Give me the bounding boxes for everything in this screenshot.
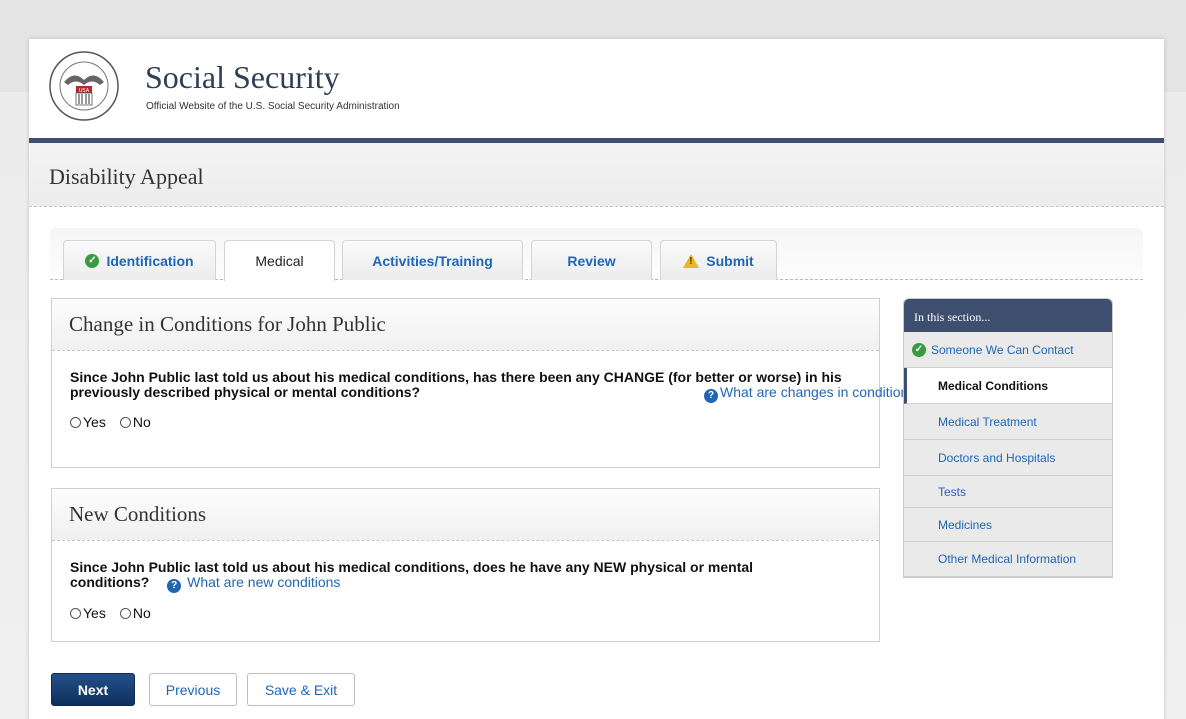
help-icon: ? xyxy=(704,389,718,403)
side-nav-label: Other Medical Information xyxy=(938,552,1077,566)
radio-label: No xyxy=(132,414,151,430)
radio-no[interactable]: No xyxy=(119,605,151,621)
tab-label: Activities/Training xyxy=(372,252,493,269)
tab-submit[interactable]: Submit xyxy=(660,240,777,280)
help-link-text: What are changes in conditions xyxy=(720,384,916,400)
tab-medical[interactable]: Medical xyxy=(224,240,335,281)
change-conditions-question: Since John Public last told us about his… xyxy=(52,351,915,403)
radio-button[interactable] xyxy=(70,607,81,619)
radio-label: Yes xyxy=(83,605,106,621)
section-side-nav: In this section... ✓ Someone We Can Cont… xyxy=(903,298,1113,578)
radio-yes[interactable]: Yes xyxy=(70,605,106,621)
section-heading: New Conditions xyxy=(52,489,879,541)
warning-icon xyxy=(683,253,700,268)
side-nav-label: Medical Conditions xyxy=(938,378,1049,393)
side-nav-item-someone-we-can-contact[interactable]: ✓ Someone We Can Contact xyxy=(904,332,1112,368)
section-heading: Change in Conditions for John Public xyxy=(52,299,879,351)
brand-subtitle: Official Website of the U.S. Social Secu… xyxy=(146,101,400,112)
tab-label: Medical xyxy=(255,253,304,269)
side-nav-label: Doctors and Hospitals xyxy=(938,450,1056,465)
radio-no[interactable]: No xyxy=(119,414,151,430)
radio-yes[interactable]: Yes xyxy=(70,414,106,430)
tab-identification[interactable]: ✓ Identification xyxy=(63,240,216,280)
brand-title[interactable]: Social Security xyxy=(145,59,340,96)
change-conditions-radio-group: Yes No xyxy=(52,400,879,430)
check-circle-icon: ✓ xyxy=(85,253,100,268)
new-conditions-question: Since John Public last told us about his… xyxy=(52,541,879,593)
side-nav-label: Medicines xyxy=(938,517,993,532)
side-nav-label: Tests xyxy=(938,484,967,499)
side-nav-title: In this section... xyxy=(904,299,1112,332)
new-conditions-radio-group: Yes No xyxy=(52,593,879,621)
previous-button[interactable]: Previous xyxy=(149,673,237,706)
tab-review[interactable]: Review xyxy=(531,240,652,280)
side-nav-item-doctors-hospitals[interactable]: Doctors and Hospitals xyxy=(904,440,1112,476)
radio-label: No xyxy=(132,605,151,621)
tab-label: Review xyxy=(567,252,616,269)
page-container: USA Social Security Official Website of … xyxy=(29,39,1164,719)
radio-button[interactable] xyxy=(119,607,131,619)
svg-text:USA: USA xyxy=(79,88,90,94)
site-header: USA Social Security Official Website of … xyxy=(29,39,1164,143)
next-button[interactable]: Next xyxy=(51,673,135,706)
side-nav-item-medical-treatment[interactable]: Medical Treatment xyxy=(904,404,1112,440)
new-conditions-panel: New Conditions Since John Public last to… xyxy=(51,488,880,642)
radio-button[interactable] xyxy=(119,416,131,428)
tab-activities-training[interactable]: Activities/Training xyxy=(342,240,523,280)
side-nav-item-tests[interactable]: Tests xyxy=(904,476,1112,508)
ssa-seal-logo: USA xyxy=(49,51,119,121)
help-icon: ? xyxy=(167,579,182,593)
save-exit-button[interactable]: Save & Exit xyxy=(247,673,355,706)
page-title: Disability Appeal xyxy=(49,164,204,189)
side-nav-item-medical-conditions[interactable]: Medical Conditions xyxy=(904,368,1112,404)
help-link-new[interactable]: ? What are new conditions xyxy=(167,574,341,593)
tab-label: Identification xyxy=(106,252,194,269)
app-title-bar: Disability Appeal xyxy=(29,143,1164,207)
tab-label: Submit xyxy=(706,252,754,269)
change-in-conditions-panel: Change in Conditions for John Public Sin… xyxy=(51,298,915,468)
radio-button[interactable] xyxy=(70,416,81,428)
help-link-text: What are new conditions xyxy=(187,574,341,590)
side-nav-label: Medical Treatment xyxy=(938,414,1037,429)
help-link-changes[interactable]: ? What are changes in conditions xyxy=(704,385,915,403)
side-nav-label: Someone We Can Contact xyxy=(931,342,1074,357)
step-tabs: ✓ Identification Medical Activities/Trai… xyxy=(50,228,1143,281)
check-circle-icon: ✓ xyxy=(912,342,926,357)
radio-label: Yes xyxy=(83,414,106,430)
side-nav-item-medicines[interactable]: Medicines xyxy=(904,508,1112,542)
side-nav-item-other-medical-information[interactable]: Other Medical Information xyxy=(904,542,1112,577)
